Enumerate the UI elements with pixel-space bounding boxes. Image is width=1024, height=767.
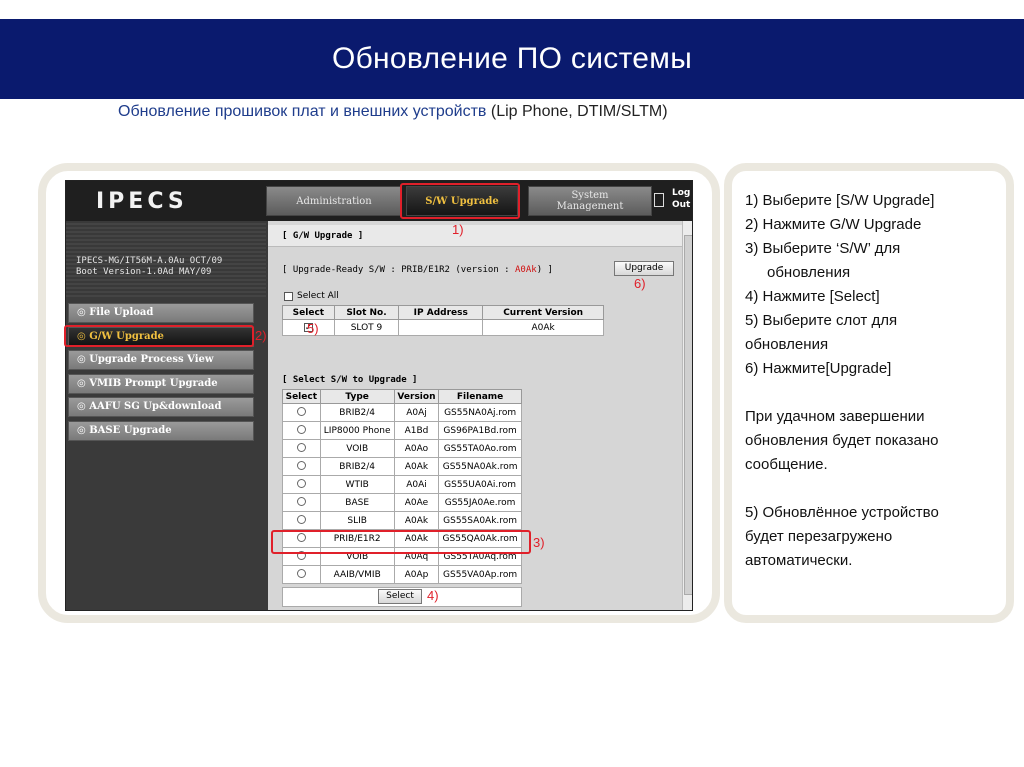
table-row: BASE A0Ae GS55JA0Ae.rom: [282, 493, 522, 512]
step-4: 4) Нажмите [Select]: [745, 288, 880, 305]
annotation-4: 4): [427, 588, 439, 603]
slide-title: Обновление ПО системы: [331, 42, 693, 75]
annotation-1: 1): [452, 222, 464, 237]
tab-administration[interactable]: Administration: [266, 186, 402, 216]
subtitle-paren: (Lip Phone, DTIM/SLTM): [490, 103, 668, 120]
step-2: 2) Нажмите G/W Upgrade: [745, 216, 922, 233]
success-note-2: обновления будет показано: [745, 432, 939, 449]
step-6: 6) Нажмите[Upgrade]: [745, 360, 892, 377]
sw-radio[interactable]: [296, 406, 306, 416]
table-row: SLIB A0Ak GS55SA0Ak.rom: [282, 511, 522, 530]
table-row: LIP8000 Phone A1Bd GS96PA1Bd.rom: [282, 421, 522, 440]
sidebar-item-file-upload[interactable]: ◎ File Upload: [68, 303, 254, 323]
tab-system-management[interactable]: System Management: [528, 186, 652, 216]
slot-number: SLOT 9: [333, 319, 400, 336]
reboot-note-2: будет перезагружено: [745, 528, 893, 545]
sw-col-select: Select: [282, 389, 321, 404]
vertical-scrollbar[interactable]: [682, 221, 692, 610]
sw-col-version: Version: [393, 389, 440, 404]
success-note-1: При удачном завершении: [745, 408, 925, 425]
annotation-3: 3): [533, 535, 545, 550]
sw-table: Select Type Version Filename BRIB2/4 A0Aj…: [282, 389, 522, 584]
annotation-5: 5): [307, 321, 319, 336]
annotation-2: 2): [255, 328, 267, 343]
slot-ip: [398, 319, 484, 336]
tab-system-management-label: System Management: [556, 190, 624, 212]
sidebar-item-base-upgrade[interactable]: ◎ BASE Upgrade: [68, 421, 254, 441]
sw-radio[interactable]: [296, 460, 306, 470]
highlight-prib-row: [271, 530, 531, 554]
logout-button[interactable]: Log Out: [672, 187, 690, 211]
table-row: WTIB A0Ai GS55UA0Ai.rom: [282, 475, 522, 494]
instructions-text: 1) Выберите [S/W Upgrade] 2) Нажмите G/W…: [745, 189, 1007, 573]
system-info-text: IPECS-MG/IT56M-A.0Au OCT/09 Boot Version…: [76, 256, 223, 277]
select-all-checkbox[interactable]: [284, 291, 293, 301]
success-note-3: сообщение.: [745, 456, 828, 473]
step-5: 5) Выберите слот для: [745, 312, 898, 329]
system-info-panel: IPECS-MG/IT56M-A.0Au OCT/09 Boot Version…: [66, 221, 266, 297]
table-row: BRIB2/4 A0Aj GS55NA0Aj.rom: [282, 403, 522, 422]
sw-col-filename: Filename: [438, 389, 522, 404]
slot-col-select: Select: [282, 305, 335, 320]
step-5-cont: обновления: [745, 336, 829, 353]
upgrade-ready-info: [ Upgrade-Ready S/W : PRIB/E1R2 (version…: [282, 265, 553, 275]
sidebar-item-upgrade-process-view[interactable]: ◎ Upgrade Process View: [68, 350, 254, 370]
sidebar-item-vmib-prompt-upgrade[interactable]: ◎ VMIB Prompt Upgrade: [68, 374, 254, 394]
sw-section-title: [ Select S/W to Upgrade ]: [282, 375, 418, 385]
ipecs-logo: IPECS: [96, 189, 188, 214]
section-title: [ G/W Upgrade ]: [268, 225, 682, 247]
sw-radio[interactable]: [296, 568, 306, 578]
sidebar-item-aafu-sg[interactable]: ◎ AAFU SG Up&download: [68, 397, 254, 417]
step-3-cont: обновления: [767, 264, 851, 281]
sw-radio[interactable]: [296, 496, 306, 506]
slide-title-bar: Обновление ПО системы: [0, 19, 1024, 99]
app-top-bar: IPECS Administration S/W Upgrade System M…: [66, 181, 692, 221]
annotation-6: 6): [634, 276, 646, 291]
reboot-note-3: автоматически.: [745, 552, 853, 569]
tab-administration-label: Administration: [296, 195, 372, 207]
select-all-label: Select All: [297, 291, 339, 301]
table-row: AAIB/VMIB A0Ap GS55VA0Ap.rom: [282, 565, 522, 584]
table-row: ✓ SLOT 9 A0Ak: [282, 319, 604, 336]
scrollbar-thumb[interactable]: [684, 235, 692, 595]
slide-subtitle: Обновление прошивок плат и внешних устро…: [118, 103, 668, 121]
select-all: Select All: [284, 291, 339, 301]
step-3: 3) Выберите ‘S/W’ для: [745, 240, 901, 257]
subtitle-main: Обновление прошивок плат и внешних устро…: [118, 103, 491, 120]
sw-col-type: Type: [319, 389, 395, 404]
highlight-sw-upgrade: [400, 183, 520, 219]
slot-col-slot: Slot No.: [333, 305, 400, 320]
slot-col-version: Current Version: [482, 305, 604, 320]
slot-table: Select Slot No. IP Address Current Versi…: [282, 305, 604, 336]
sw-radio[interactable]: [296, 442, 306, 452]
table-row: VOIB A0Ao GS55TA0Ao.rom: [282, 439, 522, 458]
step-1: 1) Выберите [S/W Upgrade]: [745, 192, 935, 209]
table-row: BRIB2/4 A0Ak GS55NA0Ak.rom: [282, 457, 522, 476]
reboot-note-1: 5) Обновлённое устройство: [745, 504, 939, 521]
door-icon: [654, 193, 664, 207]
sw-radio[interactable]: [296, 514, 306, 524]
sw-radio[interactable]: [296, 424, 306, 434]
ready-version: A0Ak: [515, 265, 537, 275]
upgrade-button[interactable]: Upgrade: [614, 261, 674, 276]
select-button[interactable]: Select: [378, 589, 422, 604]
slot-current-version: A0Ak: [482, 319, 604, 336]
slot-col-ip: IP Address: [398, 305, 484, 320]
highlight-gw-upgrade: [64, 325, 254, 347]
sw-radio[interactable]: [296, 478, 306, 488]
